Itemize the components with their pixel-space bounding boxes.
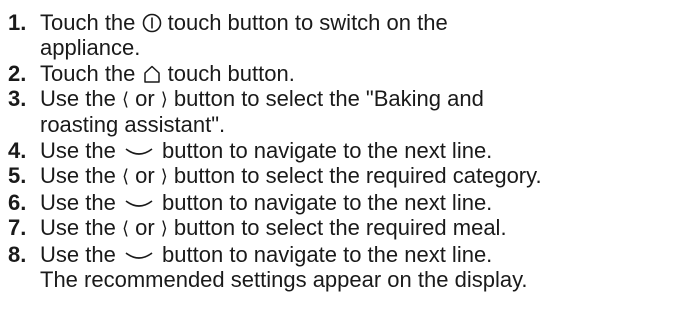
step-text-continuation: appliance. [40, 35, 141, 60]
step-text: Use the ⟨ or ⟩ button to select the requ… [40, 163, 542, 189]
chevron-left-icon: ⟨ [121, 89, 129, 110]
step-text-part: Use the [40, 241, 122, 267]
steps-list: 1. Touch the touch button to switch on t… [0, 0, 690, 292]
step-text: Use the button to navigate to the next l… [40, 138, 492, 163]
step-number: 3. [8, 86, 27, 111]
step-text-part: or [128, 215, 161, 240]
power-icon [142, 13, 162, 33]
step-text-part: or [128, 163, 161, 188]
chevron-down-icon [122, 141, 156, 161]
step-5: 5. Use the ⟨ or ⟩ button to select the r… [8, 163, 690, 189]
step-text-part: or [128, 86, 161, 111]
step-3: 3. Use the ⟨ or ⟩ button to select the "… [8, 86, 690, 137]
step-text-part: button to navigate to the next line. [155, 241, 493, 267]
chevron-down-icon [122, 245, 156, 265]
step-text-part: button to select the required category. [167, 163, 542, 188]
step-text-part: button to select the required meal. [167, 215, 507, 240]
step-text-part: Use the [40, 215, 122, 240]
step-8: 8. Use the button to navigate to the nex… [8, 242, 690, 292]
step-number: 2. [8, 60, 27, 86]
chevron-left-icon: ⟨ [121, 218, 129, 239]
chevron-left-icon: ⟨ [121, 166, 129, 187]
step-4: 4. Use the button to navigate to the nex… [8, 138, 690, 163]
step-text-part: button to select the "Baking and [167, 86, 484, 111]
step-text-part: Use the [40, 163, 122, 188]
step-1: 1. Touch the touch button to switch on t… [8, 10, 690, 60]
chevron-right-icon: ⟩ [160, 166, 168, 187]
step-text-part: Use the [40, 189, 122, 215]
step-text: Touch the touch button. [40, 61, 295, 86]
step-text-part: Touch the [40, 60, 142, 86]
step-6: 6. Use the button to navigate to the nex… [8, 190, 690, 215]
step-text-part: touch button to switch on the [161, 10, 448, 35]
home-icon [142, 64, 162, 84]
chevron-right-icon: ⟩ [160, 89, 168, 110]
step-text-part: touch button. [161, 60, 295, 86]
step-text-continuation: roasting assistant". [40, 112, 226, 137]
step-text: Use the button to navigate to the next l… [40, 242, 528, 292]
step-number: 1. [8, 10, 27, 35]
step-number: 5. [8, 163, 27, 188]
step-text-part: button to navigate to the next line. [155, 137, 493, 163]
step-text-part: Use the [40, 137, 122, 163]
step-text: Use the ⟨ or ⟩ button to select the "Bak… [40, 86, 484, 137]
step-text-part: button to navigate to the next line. [155, 189, 493, 215]
step-text-part: Touch the [40, 10, 142, 35]
step-2: 2. Touch the touch button. [8, 61, 690, 86]
step-text-part: Use the [40, 86, 122, 111]
chevron-down-icon [122, 193, 156, 213]
step-number: 6. [8, 189, 27, 215]
step-text: Touch the touch button to switch on the … [40, 10, 448, 60]
chevron-right-icon: ⟩ [160, 218, 168, 239]
step-number: 4. [8, 137, 27, 163]
step-text: Use the button to navigate to the next l… [40, 190, 492, 215]
step-number: 8. [8, 241, 27, 267]
instruction-page: 1. Touch the touch button to switch on t… [0, 0, 690, 332]
step-text: Use the ⟨ or ⟩ button to select the requ… [40, 215, 507, 241]
step-number: 7. [8, 215, 27, 240]
step-text-continuation: The recommended settings appear on the d… [40, 266, 528, 292]
step-7: 7. Use the ⟨ or ⟩ button to select the r… [8, 215, 690, 241]
